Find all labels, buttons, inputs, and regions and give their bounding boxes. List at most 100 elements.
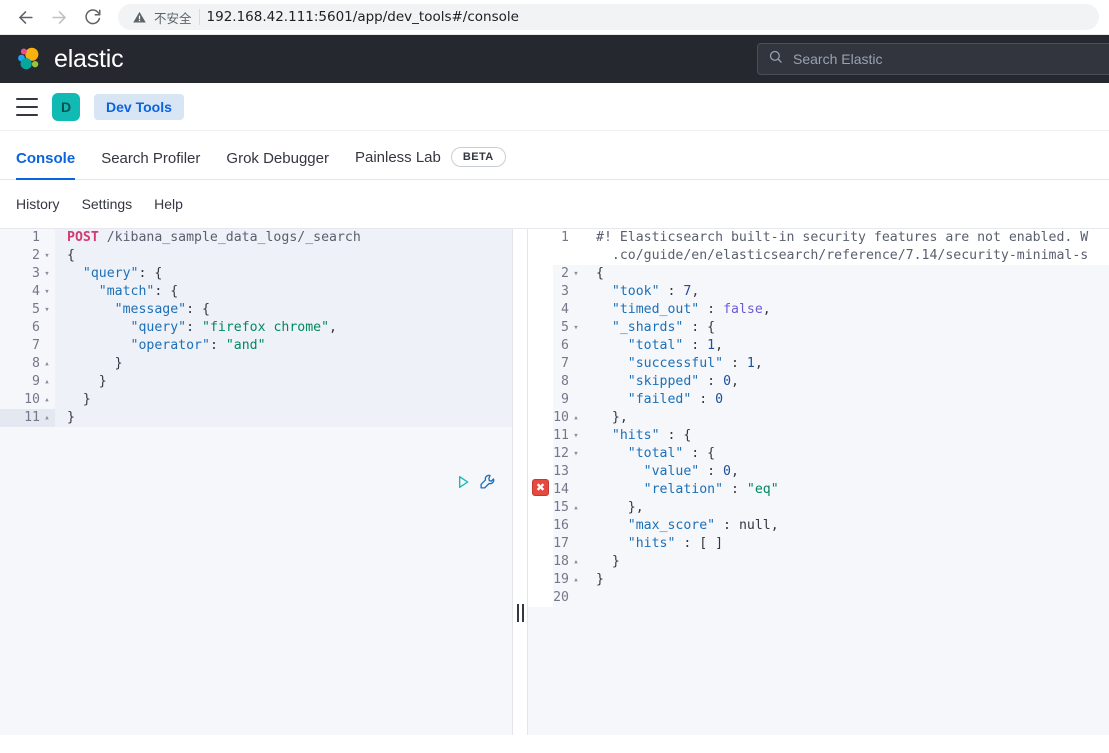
fold-toggle-icon[interactable]: ▾ xyxy=(572,427,580,445)
code-line[interactable]: 2 ▾{ xyxy=(528,265,1109,283)
request-code-rows[interactable]: 1 POST /kibana_sample_data_logs/_search 2 ▾… xyxy=(0,229,512,427)
code-line[interactable]: 19 ▴} xyxy=(528,571,1109,589)
fold-toggle-icon[interactable]: ▴ xyxy=(572,499,580,517)
submenu-item-settings[interactable]: Settings xyxy=(82,196,133,212)
fold-toggle-icon[interactable]: ▾ xyxy=(572,445,580,463)
code-line[interactable]: 7 "successful" : 1, xyxy=(528,355,1109,373)
fold-toggle-icon[interactable]: ▴ xyxy=(572,409,580,427)
code-text: "hits" : { xyxy=(611,428,692,443)
code-text: "query": { xyxy=(55,265,512,283)
tab-console-label: Console xyxy=(16,150,76,167)
fold-toggle-icon[interactable]: ▴ xyxy=(43,373,51,391)
line-number: 17 xyxy=(553,536,569,551)
line-number: 5 ▾ xyxy=(561,319,580,337)
code-line[interactable]: 8 "skipped" : 0, xyxy=(528,373,1109,391)
code-line[interactable]: 11 ▴} xyxy=(0,409,512,427)
tab-grok-debugger[interactable]: Grok Debugger xyxy=(226,150,329,179)
code-line[interactable]: 10 ▴ }, xyxy=(528,409,1109,427)
code-line[interactable]: 3 ▾ "query": { xyxy=(0,265,512,283)
code-line[interactable]: 20 xyxy=(528,589,1109,607)
code-line[interactable]: 6 "total" : 1, xyxy=(528,337,1109,355)
code-line[interactable]: 1 #! Elasticsearch built-in security feat… xyxy=(528,229,1109,247)
tab-search-profiler[interactable]: Search Profiler xyxy=(101,150,200,179)
code-line[interactable]: 13 "value" : 0, xyxy=(528,463,1109,481)
code-line[interactable]: 12 ▾ "total" : { xyxy=(528,445,1109,463)
brand[interactable]: elastic xyxy=(14,44,124,74)
fold-toggle-icon[interactable]: ▴ xyxy=(43,409,51,427)
line-number: 9 ▴ xyxy=(32,373,51,391)
line-number: 2 ▾ xyxy=(561,265,580,283)
fold-toggle-icon[interactable]: ▴ xyxy=(43,391,51,409)
line-number: 6 xyxy=(561,338,569,353)
pane-splitter[interactable] xyxy=(513,229,528,735)
submenu-item-history[interactable]: History xyxy=(16,196,60,212)
url-text: 192.168.42.111:5601/app/dev_tools#/conso… xyxy=(206,9,519,25)
code-line[interactable]: 10 ▴ } xyxy=(0,391,512,409)
tab-search-profiler-label: Search Profiler xyxy=(101,150,201,167)
code-line[interactable]: 7 "operator": "and" xyxy=(0,337,512,355)
pane-resize-handle-icon[interactable] xyxy=(517,604,524,622)
fold-toggle-icon[interactable]: ▴ xyxy=(572,553,580,571)
code-line[interactable]: 5 ▾ "message": { xyxy=(0,301,512,319)
back-button[interactable] xyxy=(10,2,40,32)
line-number: 3 ▾ xyxy=(32,265,51,283)
code-text: } xyxy=(596,554,620,569)
elastic-global-header: elastic Search Elastic xyxy=(0,35,1109,83)
code-text: "relation" : "eq" xyxy=(643,482,779,497)
line-number: 11 ▴ xyxy=(24,409,51,427)
tab-painless-lab-label: Painless Lab xyxy=(354,148,441,166)
fold-toggle-icon[interactable]: ▴ xyxy=(43,355,51,373)
code-line[interactable]: 2 ▾{ xyxy=(0,247,512,265)
wrench-icon[interactable] xyxy=(479,473,496,490)
code-text: .co/guide/en/elasticsearch/reference/7.1… xyxy=(596,248,1089,263)
code-line[interactable]: 14 "relation" : "eq" xyxy=(528,481,1109,499)
breadcrumb-app-name[interactable]: Dev Tools xyxy=(94,93,184,120)
fold-toggle-icon[interactable]: ▴ xyxy=(572,571,580,589)
code-text: "hits" : [ ] xyxy=(627,536,724,551)
tab-grok-debugger-label: Grok Debugger xyxy=(226,150,329,167)
fold-toggle-icon[interactable]: ▾ xyxy=(43,301,51,319)
reload-button[interactable] xyxy=(78,2,108,32)
code-line[interactable]: 11 ▾ "hits" : { xyxy=(528,427,1109,445)
code-line[interactable]: 3 "took" : 7, xyxy=(528,283,1109,301)
response-viewer[interactable]: ✖ 1 #! Elasticsearch built-in security fe… xyxy=(528,229,1109,735)
play-triangle-icon[interactable] xyxy=(455,474,471,490)
fold-toggle-icon[interactable]: ▾ xyxy=(572,265,580,283)
code-line[interactable]: 18 ▴ } xyxy=(528,553,1109,571)
code-line[interactable]: .co/guide/en/elasticsearch/reference/7.1… xyxy=(528,247,1109,265)
code-text: } xyxy=(55,373,512,391)
address-bar[interactable]: 不安全 192.168.42.111:5601/app/dev_tools#/c… xyxy=(118,4,1099,30)
submenu-item-help[interactable]: Help xyxy=(154,196,183,212)
fold-toggle-icon[interactable]: ▾ xyxy=(43,265,51,283)
code-line[interactable]: 8 ▴ } xyxy=(0,355,512,373)
line-number: 10 ▴ xyxy=(553,409,580,427)
global-search-input[interactable]: Search Elastic xyxy=(757,43,1109,75)
fold-toggle-icon[interactable]: ▾ xyxy=(43,247,51,265)
beta-badge: BETA xyxy=(450,147,506,167)
code-text: "value" : 0, xyxy=(643,464,739,479)
response-code-rows[interactable]: 1 #! Elasticsearch built-in security feat… xyxy=(528,229,1109,607)
code-line[interactable]: 15 ▴ }, xyxy=(528,499,1109,517)
code-text: "operator": "and" xyxy=(55,337,512,355)
code-line[interactable]: 1 POST /kibana_sample_data_logs/_search xyxy=(0,229,512,247)
tab-console[interactable]: Console xyxy=(16,150,76,180)
line-number: 3 xyxy=(561,284,569,299)
fold-toggle-icon[interactable]: ▾ xyxy=(572,319,580,337)
code-line[interactable]: 6 "query": "firefox chrome", xyxy=(0,319,512,337)
request-editor[interactable]: 1 POST /kibana_sample_data_logs/_search 2 ▾… xyxy=(0,229,513,735)
code-line[interactable]: 9 ▴ } xyxy=(0,373,512,391)
code-line[interactable]: 4 ▾ "match": { xyxy=(0,283,512,301)
code-line[interactable]: 4 "timed_out" : false, xyxy=(528,301,1109,319)
code-line[interactable]: 16 "max_score" : null, xyxy=(528,517,1109,535)
code-line[interactable]: 17 "hits" : [ ] xyxy=(528,535,1109,553)
forward-button[interactable] xyxy=(44,2,74,32)
code-line[interactable]: 5 ▾ "_shards" : { xyxy=(528,319,1109,337)
code-line[interactable]: 9 "failed" : 0 xyxy=(528,391,1109,409)
line-number: 4 xyxy=(561,302,569,317)
tab-painless-lab[interactable]: Painless Lab BETA xyxy=(355,147,506,179)
fold-toggle-icon[interactable]: ▾ xyxy=(43,283,51,301)
avatar[interactable]: D xyxy=(52,92,80,121)
console-workspace: 1 POST /kibana_sample_data_logs/_search 2 ▾… xyxy=(0,228,1109,735)
line-number: 1 xyxy=(561,230,569,245)
hamburger-menu-icon[interactable] xyxy=(16,97,38,116)
